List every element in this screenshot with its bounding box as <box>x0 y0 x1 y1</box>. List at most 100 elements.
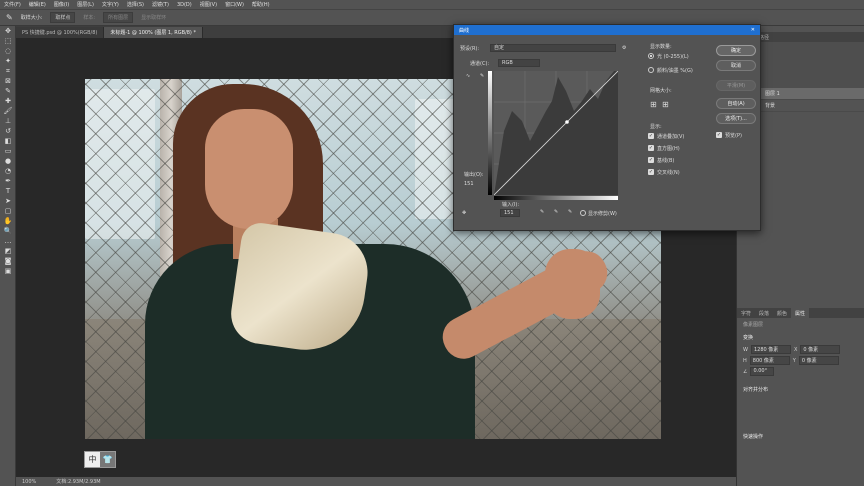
show-label: 显示: <box>650 124 662 130</box>
auto-button[interactable]: 自动(A) <box>716 98 756 109</box>
input-value[interactable]: 151 <box>500 209 520 217</box>
eyedropper-icon[interactable]: ✎ <box>6 13 13 22</box>
healing-tool-icon[interactable]: ✚ <box>0 96 16 106</box>
preview-label: 预览(P) <box>725 133 742 139</box>
pigment-label: 颜料/油墨 %(G) <box>657 68 693 74</box>
curves-title: 曲线 <box>459 27 470 34</box>
menu-type[interactable]: 文字(Y) <box>102 1 119 8</box>
curves-graph[interactable] <box>494 71 618 201</box>
black-eyedropper-icon[interactable]: ✎ <box>540 209 544 215</box>
gradient-tool-icon[interactable]: ▭ <box>0 146 16 156</box>
detailed-grid-icon[interactable]: ⊞ <box>662 100 669 109</box>
menu-view[interactable]: 视图(V) <box>200 1 217 8</box>
shape-tool-icon[interactable]: ▢ <box>0 206 16 216</box>
angle-input[interactable]: 0.00° <box>750 367 775 376</box>
type-tool-icon[interactable]: T <box>0 186 16 196</box>
ime-skin-icon[interactable]: 👕 <box>100 452 115 467</box>
show-clipping-label: 显示修剪(W) <box>588 211 617 217</box>
show-clipping-checkbox[interactable] <box>580 210 586 216</box>
ime-chinese-label[interactable]: 中 <box>85 452 100 467</box>
pen-tool-icon[interactable]: ✒ <box>0 176 16 186</box>
h-label: H <box>743 357 747 364</box>
marquee-tool-icon[interactable]: ⬚ <box>0 36 16 46</box>
menu-help[interactable]: 帮助(H) <box>252 1 270 8</box>
x-input[interactable]: 0 像素 <box>800 345 841 354</box>
tab-untitled[interactable]: 未标题-1 @ 100% (图层 1, RGB/8) * <box>104 27 203 38</box>
ok-button[interactable]: 确定 <box>716 45 756 56</box>
layer-name: 图层 1 <box>765 91 780 97</box>
curve-edit-icon[interactable]: ∿ <box>466 73 470 79</box>
dodge-tool-icon[interactable]: ◔ <box>0 166 16 176</box>
preview-checkbox[interactable]: ✓ <box>716 132 722 138</box>
crop-tool-icon[interactable]: ⌗ <box>0 66 16 76</box>
preset-gear-icon[interactable]: ⚙ <box>622 45 626 51</box>
sample-select[interactable]: 所有图层 <box>103 12 134 23</box>
width-input[interactable]: 1280 像素 <box>750 345 791 354</box>
menu-3d[interactable]: 3D(D) <box>177 2 192 8</box>
intersection-label: 交叉线(N) <box>657 170 680 176</box>
blur-tool-icon[interactable]: ● <box>0 156 16 166</box>
menu-bar: 文件(F) 编辑(E) 图像(I) 图层(L) 文字(Y) 选择(S) 滤镜(T… <box>0 0 864 9</box>
close-icon[interactable]: ✕ <box>751 27 755 33</box>
brush-tool-icon[interactable]: 🖌 <box>0 106 16 116</box>
quick-mask-icon[interactable]: ◙ <box>0 256 16 266</box>
cancel-button[interactable]: 取消 <box>716 60 756 71</box>
w-label: W <box>743 346 748 353</box>
baseline-checkbox[interactable]: ✓ <box>648 157 654 163</box>
menu-select[interactable]: 选择(S) <box>127 1 144 8</box>
properties-tabs: 字符 段落 颜色 属性 <box>737 308 864 318</box>
zoom-level[interactable]: 100% <box>22 479 36 485</box>
input-label: 输入(I): <box>502 202 520 208</box>
move-tool-icon[interactable]: ✥ <box>0 26 16 36</box>
height-input[interactable]: 800 像素 <box>749 356 790 365</box>
menu-image[interactable]: 图像(I) <box>54 1 69 8</box>
pencil-icon[interactable]: ✎ <box>480 73 484 79</box>
menu-window[interactable]: 窗口(W) <box>225 1 244 8</box>
menu-edit[interactable]: 编辑(E) <box>29 1 46 8</box>
hand-tool-icon[interactable]: ✋ <box>0 216 16 226</box>
channel-select[interactable]: RGB <box>498 59 540 67</box>
tab-properties[interactable]: 属性 <box>791 308 810 318</box>
history-brush-icon[interactable]: ↺ <box>0 126 16 136</box>
frame-tool-icon[interactable]: ⊠ <box>0 76 16 86</box>
tab-psd[interactable]: PS 快捷键.psd @ 100%(RGB/8) <box>16 27 105 38</box>
light-radio[interactable] <box>648 53 654 59</box>
screen-mode-icon[interactable]: ▣ <box>0 266 16 276</box>
tab-color[interactable]: 颜色 <box>773 308 791 318</box>
options-button[interactable]: 选项(T)... <box>716 113 756 124</box>
gray-eyedropper-icon[interactable]: ✎ <box>554 209 558 215</box>
tab-character[interactable]: 字符 <box>737 308 755 318</box>
lasso-tool-icon[interactable]: ◌ <box>0 46 16 56</box>
intersection-checkbox[interactable]: ✓ <box>648 169 654 175</box>
curves-titlebar[interactable]: 曲线 ✕ <box>454 25 760 35</box>
output-gradient <box>488 71 492 195</box>
y-input[interactable]: 0 像素 <box>798 356 839 365</box>
pigment-radio[interactable] <box>648 67 654 73</box>
eraser-tool-icon[interactable]: ◧ <box>0 136 16 146</box>
smooth-button[interactable]: 平滑(M) <box>716 80 756 91</box>
output-value[interactable]: 151 <box>464 181 474 187</box>
magic-wand-icon[interactable]: ✦ <box>0 56 16 66</box>
channel-overlay-checkbox[interactable]: ✓ <box>648 133 654 139</box>
path-select-icon[interactable]: ➤ <box>0 196 16 206</box>
menu-file[interactable]: 文件(F) <box>4 1 21 8</box>
eyedropper-tool-icon[interactable]: ✎ <box>0 86 16 96</box>
menu-filter[interactable]: 滤镜(T) <box>152 1 169 8</box>
stamp-tool-icon[interactable]: ⊥ <box>0 116 16 126</box>
target-adjust-icon[interactable]: ✥ <box>462 210 466 216</box>
show-ring-checkbox[interactable]: 显示取样环 <box>141 14 166 21</box>
histogram-checkbox[interactable]: ✓ <box>648 145 654 151</box>
color-swatch-icon[interactable]: ◩ <box>0 246 16 256</box>
align-icons-area[interactable] <box>737 396 864 430</box>
zoom-tool-icon[interactable]: 🔍 <box>0 226 16 236</box>
menu-layer[interactable]: 图层(L) <box>77 1 94 8</box>
preset-select[interactable]: 自定 <box>490 44 616 52</box>
white-eyedropper-icon[interactable]: ✎ <box>568 209 572 215</box>
simple-grid-icon[interactable]: ⊞ <box>650 100 657 109</box>
sample-size-select[interactable]: 取样点 <box>50 12 76 23</box>
grid-size-label: 网格大小: <box>650 88 672 94</box>
input-gradient <box>494 196 618 200</box>
ime-indicator[interactable]: 中 👕 <box>84 451 116 468</box>
tab-paragraph[interactable]: 段落 <box>755 308 773 318</box>
more-tools-icon[interactable]: … <box>0 236 16 246</box>
